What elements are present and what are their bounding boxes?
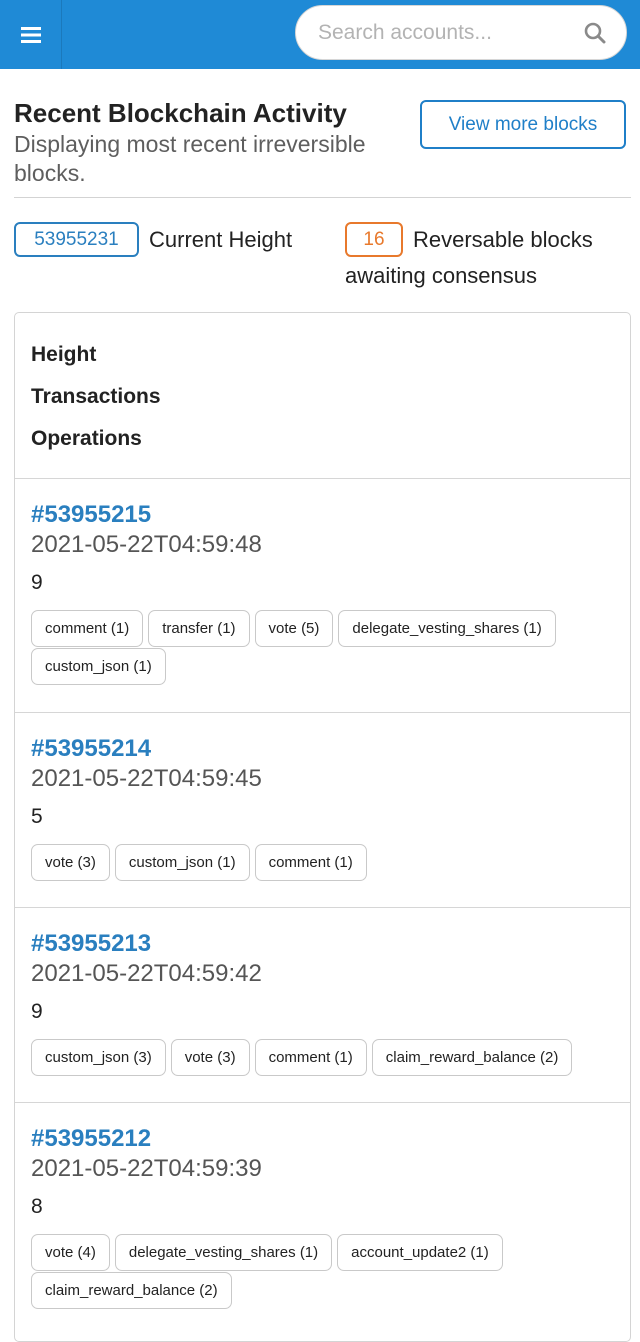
block-link[interactable]: #53955212 <box>31 1125 151 1153</box>
block-link[interactable]: #53955214 <box>31 735 151 763</box>
operation-tag: vote (3) <box>170 1039 250 1076</box>
transaction-count: 8 <box>31 1195 43 1218</box>
block-timestamp: 2021-05-22T04:59:48 <box>31 531 262 558</box>
block-link[interactable]: #53955215 <box>31 501 151 529</box>
menu-button[interactable] <box>0 0 62 69</box>
hamburger-menu-icon <box>20 26 41 43</box>
reversible-blocks-stat: 16 Reversable blocks awaiting consensus <box>345 222 635 294</box>
column-header-height: Height <box>31 343 97 366</box>
operation-tag: vote (5) <box>254 610 334 647</box>
block-timestamp: 2021-05-22T04:59:45 <box>31 765 262 792</box>
operation-tag: claim_reward_balance (2) <box>371 1039 573 1076</box>
reversible-blocks-badge: 16 <box>345 222 403 257</box>
operation-tag: comment (1) <box>254 1039 367 1076</box>
operation-tag: delegate_vesting_shares (1) <box>114 1234 333 1271</box>
operations-list: vote (3) custom_json (1) comment (1) <box>31 844 611 882</box>
blocks-table: Height Transactions Operations #53955215… <box>14 312 631 1342</box>
operation-tag: transfer (1) <box>148 610 250 647</box>
transaction-count: 9 <box>31 1000 43 1023</box>
block-timestamp: 2021-05-22T04:59:39 <box>31 1155 262 1182</box>
table-row: #53955212 2021-05-22T04:59:39 8 vote (4)… <box>15 1102 630 1341</box>
operations-list: custom_json (3) vote (3) comment (1) claim_… <box>31 1039 611 1077</box>
page-title: Recent Blockchain Activity <box>14 98 347 128</box>
column-header-operations: Operations <box>31 427 142 450</box>
operations-list: comment (1) transfer (1) vote (5) delegate_… <box>31 610 611 686</box>
table-row: #53955213 2021-05-22T04:59:42 9 custom_j… <box>15 907 630 1102</box>
current-height-badge: 53955231 <box>14 222 139 257</box>
operation-tag: comment (1) <box>31 610 144 647</box>
current-height-stat: 53955231 Current Height <box>14 222 314 258</box>
operation-tag: custom_json (3) <box>31 1039 166 1076</box>
operation-tag: account_update2 (1) <box>337 1234 503 1271</box>
search-box <box>295 5 627 60</box>
column-header-transactions: Transactions <box>31 385 161 408</box>
top-navbar <box>0 0 640 69</box>
table-row: #53955214 2021-05-22T04:59:45 5 vote (3)… <box>15 712 630 907</box>
search-input[interactable] <box>318 6 563 59</box>
operations-list: vote (4) delegate_vesting_shares (1) accou… <box>31 1234 611 1310</box>
operation-tag: custom_json (1) <box>114 844 250 881</box>
header-divider <box>14 197 631 198</box>
operation-tag: custom_json (1) <box>31 648 166 685</box>
table-header: Height Transactions Operations <box>31 337 161 463</box>
operation-tag: vote (3) <box>31 844 110 881</box>
operation-tag: vote (4) <box>31 1234 110 1271</box>
current-height-label: Current Height <box>149 227 293 252</box>
transaction-count: 9 <box>31 571 43 594</box>
search-icon[interactable] <box>584 22 606 44</box>
block-timestamp: 2021-05-22T04:59:42 <box>31 960 262 987</box>
operation-tag: claim_reward_balance (2) <box>31 1272 232 1309</box>
view-more-blocks-button[interactable]: View more blocks <box>420 100 626 149</box>
operation-tag: comment (1) <box>254 844 367 881</box>
table-row: #53955215 2021-05-22T04:59:48 9 comment … <box>15 478 630 712</box>
block-link[interactable]: #53955213 <box>31 930 151 958</box>
transaction-count: 5 <box>31 805 43 828</box>
page-subtitle: Displaying most recent irreversible bloc… <box>14 131 366 186</box>
operation-tag: delegate_vesting_shares (1) <box>338 610 556 647</box>
